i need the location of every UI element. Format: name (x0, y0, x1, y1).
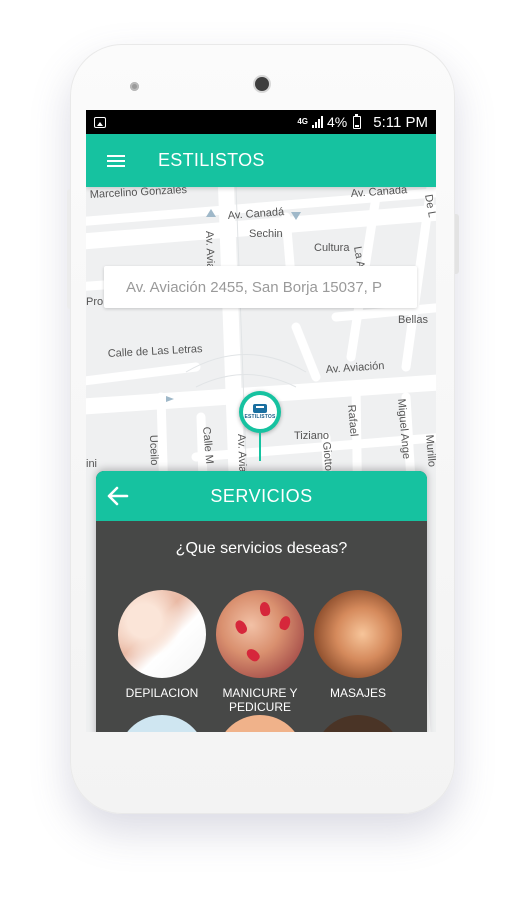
service-depilacion[interactable]: DEPILACION (112, 590, 212, 700)
service-item[interactable] (112, 715, 212, 732)
service-item[interactable] (308, 715, 408, 732)
network-type: 4G (297, 117, 309, 126)
svg-text:Bellas: Bellas (398, 314, 428, 326)
power-button (455, 214, 459, 274)
service-label: MANICURE Y PEDICURE (222, 686, 298, 714)
pin-brand-text: ESTILISTOS (244, 414, 276, 420)
svg-text:Cultura: Cultura (314, 242, 350, 254)
depilacion-image (118, 590, 206, 678)
services-question: ¿Que servicios deseas? (175, 540, 348, 557)
front-camera (255, 77, 269, 91)
gallery-icon (94, 116, 106, 128)
service-label: MASAJES (329, 686, 386, 700)
back-arrow-icon[interactable] (107, 486, 129, 506)
svg-text:Uceilo: Uceilo (147, 435, 160, 466)
address-search-field[interactable] (104, 266, 417, 308)
service-item[interactable] (210, 715, 310, 732)
app-title: ESTILISTOS (158, 150, 265, 170)
service-image (118, 715, 206, 732)
svg-text:Giotto: Giotto (320, 441, 335, 471)
panel-header: SERVICIOS (96, 471, 427, 521)
proximity-sensor (130, 82, 139, 91)
battery-percent: 4% (327, 114, 348, 130)
clock: 5:11 PM (373, 113, 428, 131)
battery-icon (353, 113, 362, 129)
app-bar: ESTILISTOS (86, 134, 436, 187)
svg-text:ini: ini (86, 458, 97, 470)
location-pin[interactable]: ESTILISTOS (239, 391, 281, 433)
pin-stick (259, 433, 261, 461)
panel-title: SERVICIOS (210, 485, 313, 506)
manicure-image (216, 590, 304, 678)
address-input[interactable] (104, 266, 417, 308)
svg-text:Tiziano: Tiziano (294, 430, 329, 442)
menu-icon[interactable] (107, 154, 125, 167)
service-masajes[interactable]: MASAJES (308, 590, 408, 700)
service-image (314, 715, 402, 732)
svg-text:Sechin: Sechin (249, 228, 283, 240)
status-bar: 4G 4% 5:11 PM (86, 110, 436, 134)
svg-text:Pro: Pro (86, 296, 103, 308)
service-image (216, 715, 304, 732)
screen: 4G 4% 5:11 PM ESTILISTOS Marcelino Gonza… (86, 110, 436, 732)
volume-button (67, 189, 70, 309)
service-manicure[interactable]: MANICURE Y PEDICURE (210, 590, 310, 714)
service-label: DEPILACION (125, 686, 199, 700)
brand-logo-icon (253, 404, 267, 413)
signal-icon (312, 116, 324, 128)
services-panel: SERVICIOS ¿Que servicios deseas? DEPILAC… (96, 471, 427, 732)
masajes-image (314, 590, 402, 678)
